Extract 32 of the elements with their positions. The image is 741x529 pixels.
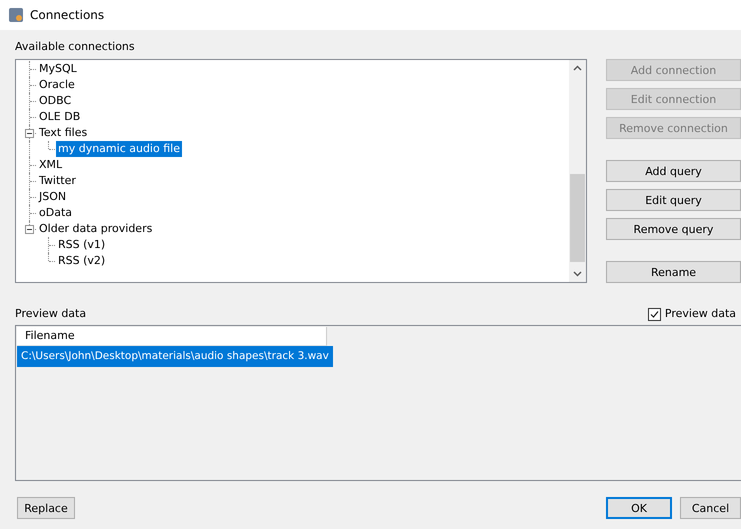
column-header[interactable]: Filename [17, 327, 327, 346]
app-icon [8, 7, 24, 23]
table-cell[interactable]: C:\Users\John\Desktop\materials\audio shapes\track 3.wav [17, 346, 333, 367]
tree-item[interactable]: oData [37, 205, 74, 221]
tree-item[interactable]: Oracle [37, 77, 77, 93]
tree-item[interactable]: Twitter [37, 173, 78, 189]
checkbox-label: Preview data [664, 306, 736, 322]
window-title: Connections [30, 8, 104, 22]
collapse-icon[interactable] [25, 225, 34, 234]
replace-button[interactable]: Replace [17, 497, 75, 519]
tree-item[interactable]: Text files [37, 125, 90, 141]
tree-item[interactable]: Older data providers [37, 221, 154, 237]
ok-button[interactable]: OK [606, 497, 672, 519]
preview-checkbox[interactable] [648, 308, 661, 320]
tree-item[interactable]: OLE DB [37, 109, 82, 125]
side-button[interactable]: Add query [606, 160, 741, 182]
side-button[interactable]: Remove query [606, 218, 741, 240]
collapse-icon[interactable] [25, 129, 34, 138]
scrollbar[interactable] [569, 60, 586, 282]
scroll-thumb[interactable] [570, 174, 585, 262]
tree-item[interactable]: JSON [37, 189, 68, 205]
tree-item[interactable]: MySQL [37, 61, 79, 77]
section-label: Preview data [15, 306, 86, 322]
tree-item[interactable]: ODBC [37, 93, 74, 109]
tree-item[interactable]: my dynamic audio file [56, 141, 182, 157]
section-label: Available connections [15, 39, 136, 55]
cancel-button[interactable]: Cancel [680, 497, 741, 519]
tree-item[interactable]: XML [37, 157, 64, 173]
tree-item[interactable]: RSS (v2) [56, 253, 108, 269]
side-button[interactable]: Edit query [606, 189, 741, 211]
tree-item[interactable]: RSS (v1) [56, 237, 108, 253]
side-button[interactable]: Rename [606, 261, 741, 283]
